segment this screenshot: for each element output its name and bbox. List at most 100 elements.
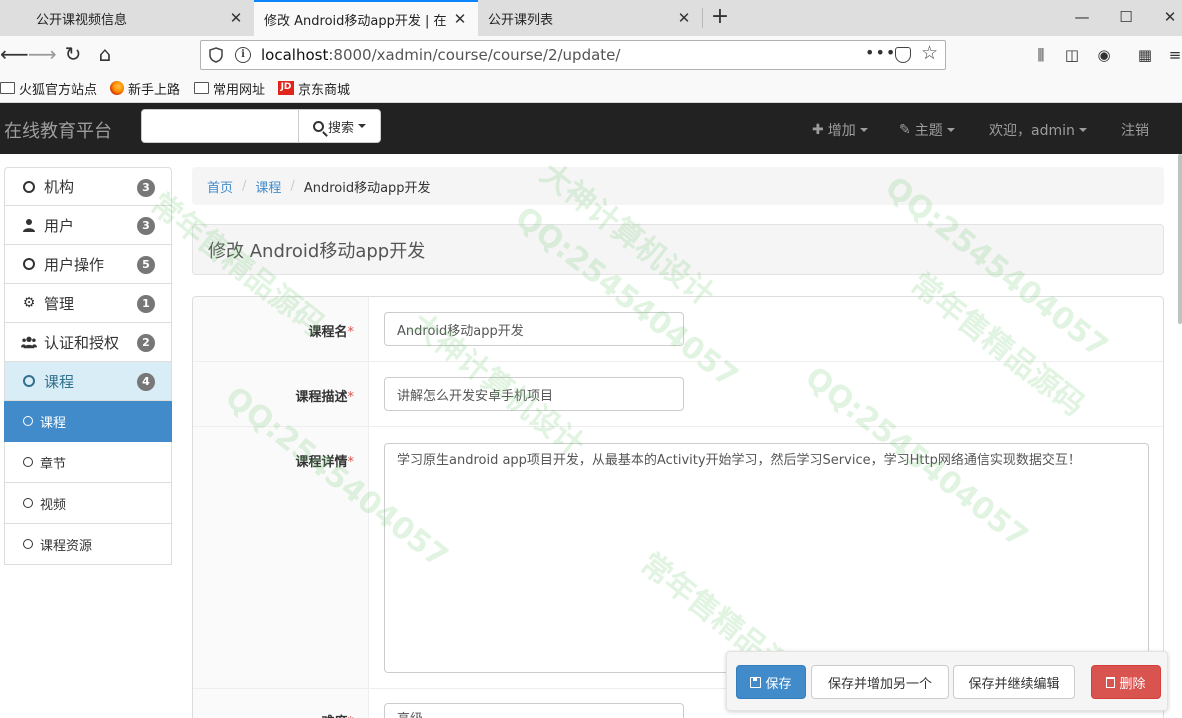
site-info-icon[interactable]: i <box>235 47 251 63</box>
breadcrumb-separator: / <box>242 178 247 194</box>
count-badge: 3 <box>137 217 155 235</box>
browser-tab-bar: 公开课视频信息 ✕ 修改 Android移动app开发 | 在 ✕ 公开课列表 … <box>0 0 1182 36</box>
add-menu[interactable]: ✚ 增加 <box>812 120 868 140</box>
sidebar-group-auth[interactable]: 认证和授权 2 <box>4 323 172 362</box>
browser-tab[interactable]: 公开课视频信息 ✕ <box>26 0 254 36</box>
circle-icon <box>23 539 33 549</box>
close-tab-icon[interactable]: ✕ <box>452 10 468 28</box>
bookmark-item[interactable]: JD 京东商城 <box>278 79 351 98</box>
sidebar-group-user[interactable]: 用户 3 <box>4 206 172 245</box>
account-icon[interactable]: ◉ <box>1093 44 1115 66</box>
trash-icon <box>1106 676 1116 688</box>
sidebar-group-label: 用户 <box>44 216 75 235</box>
tracking-shield-icon[interactable] <box>209 47 223 63</box>
url-host: localhost <box>261 46 329 64</box>
desc-field[interactable] <box>384 377 684 411</box>
browser-navigation-bar: ⟵ ⟶ ↻ ⌂ i localhost:8000/xadmin/course/c… <box>0 36 1182 74</box>
back-icon[interactable]: ⟵ <box>0 42 29 68</box>
bookmark-item[interactable]: 新手上路 <box>110 79 180 98</box>
bookmarks-toolbar: 火狐官方站点 新手上路 常用网址 JD 京东商城 <box>0 74 1182 103</box>
firefox-icon <box>110 81 124 95</box>
sidebar-group-label: 管理 <box>44 294 75 313</box>
detail-textarea[interactable]: 学习原生android app项目开发，从最基本的Activity开始学习，然后… <box>384 443 1149 673</box>
degree-label: 难度* <box>193 689 369 718</box>
circle-icon <box>21 180 37 193</box>
chevron-down-icon <box>358 124 366 128</box>
save-icon <box>750 676 762 688</box>
detail-label: 课程详情* <box>193 427 369 688</box>
library-icon[interactable]: ⫼ <box>1030 44 1052 66</box>
menu-icon[interactable]: ≡ <box>1164 44 1182 66</box>
bookmark-item[interactable]: 火狐官方站点 <box>0 79 97 98</box>
extensions-icon[interactable]: ▦ <box>1134 44 1156 66</box>
new-tab-button[interactable]: + <box>706 3 734 33</box>
browser-tab[interactable]: 公开课列表 ✕ <box>478 0 702 36</box>
theme-menu-label: 主题 <box>914 123 943 139</box>
sidebar-nav: 机构 3 用户 3 用户操作 5 ⚙ 管理 1 认证和授权 2 课程 4 课程 … <box>4 167 172 565</box>
user-menu[interactable]: 欢迎，admin <box>989 120 1087 140</box>
logout-link[interactable]: 注销 <box>1121 120 1149 140</box>
sidebar-item-course[interactable]: 课程 <box>4 401 172 442</box>
circle-icon <box>21 258 37 270</box>
bookmark-label: 京东商城 <box>298 82 351 98</box>
chevron-down-icon <box>1078 128 1087 132</box>
save-and-continue-button[interactable]: 保存并继续编辑 <box>953 665 1075 699</box>
chevron-down-icon <box>946 128 955 132</box>
maximize-icon[interactable]: ☐ <box>1104 0 1148 36</box>
forward-icon[interactable]: ⟶ <box>28 42 57 68</box>
count-badge: 3 <box>137 179 155 197</box>
search-input[interactable] <box>141 109 299 143</box>
name-field[interactable] <box>384 312 684 346</box>
tab-title: 公开课视频信息 <box>36 12 128 28</box>
close-window-icon[interactable]: ✕ <box>1148 0 1182 36</box>
page-scrollbar[interactable] <box>1178 154 1182 324</box>
home-icon[interactable]: ⌂ <box>92 42 118 68</box>
close-tab-icon[interactable]: ✕ <box>228 9 244 27</box>
search-button[interactable]: 搜索 <box>298 109 381 143</box>
sidebar-toggle-icon[interactable]: ◫ <box>1061 44 1083 66</box>
browser-tab-active[interactable]: 修改 Android移动app开发 | 在 ✕ <box>254 0 478 36</box>
address-bar[interactable]: i localhost:8000/xadmin/course/course/2/… <box>200 40 946 70</box>
minimize-icon[interactable]: — <box>1060 0 1104 36</box>
sidebar-item-chapter[interactable]: 章节 <box>4 442 172 483</box>
theme-menu[interactable]: ✎ 主题 <box>899 120 955 140</box>
sidebar-group-user-operation[interactable]: 用户操作 5 <box>4 245 172 284</box>
breadcrumb: 首页 / 课程 / Android移动app开发 <box>192 167 1164 205</box>
page-actions-icon[interactable]: ••• <box>865 43 896 62</box>
url-text[interactable]: localhost:8000/xadmin/course/course/2/up… <box>261 46 620 64</box>
save-button[interactable]: 保存 <box>736 665 806 699</box>
close-tab-icon[interactable]: ✕ <box>676 9 692 27</box>
sidebar-item-label: 课程 <box>40 415 67 431</box>
page-title: 修改 Android移动app开发 <box>192 224 1164 275</box>
users-icon <box>21 335 37 349</box>
save-and-add-button[interactable]: 保存并增加另一个 <box>811 665 949 699</box>
sidebar-group-label: 用户操作 <box>44 255 105 274</box>
pocket-icon[interactable] <box>895 47 911 63</box>
required-mark: * <box>347 455 355 470</box>
circle-icon <box>21 375 37 387</box>
form-row-desc: 课程描述* <box>193 362 1163 427</box>
sidebar-group-admin[interactable]: ⚙ 管理 1 <box>4 284 172 323</box>
sidebar-item-resource[interactable]: 课程资源 <box>4 524 172 565</box>
sidebar-item-video[interactable]: 视频 <box>4 483 172 524</box>
tab-title: 公开课列表 <box>488 12 554 28</box>
degree-select[interactable]: 高级 <box>384 703 684 718</box>
brush-icon: ✎ <box>899 122 911 138</box>
bookmark-label: 常用网址 <box>213 82 266 98</box>
breadcrumb-course-link[interactable]: 课程 <box>255 177 281 196</box>
form-actions: 保存 保存并增加另一个 保存并继续编辑 删除 <box>726 651 1168 711</box>
search-icon <box>312 120 324 132</box>
folder-icon <box>0 82 15 94</box>
bookmark-star-icon[interactable]: ☆ <box>921 42 938 64</box>
reload-icon[interactable]: ↻ <box>60 42 86 68</box>
sidebar-group-org[interactable]: 机构 3 <box>4 167 172 206</box>
save-button-label: 保存 <box>765 676 792 692</box>
desc-label: 课程描述* <box>193 362 369 426</box>
brand-title[interactable]: 在线教育平台 <box>4 117 112 143</box>
sidebar-item-label: 课程资源 <box>40 538 93 554</box>
delete-button[interactable]: 删除 <box>1091 665 1161 699</box>
breadcrumb-home-link[interactable]: 首页 <box>207 177 233 196</box>
field-label-text: 课程名 <box>308 325 348 340</box>
sidebar-group-course[interactable]: 课程 4 <box>4 362 172 401</box>
bookmark-item[interactable]: 常用网址 <box>194 79 266 98</box>
